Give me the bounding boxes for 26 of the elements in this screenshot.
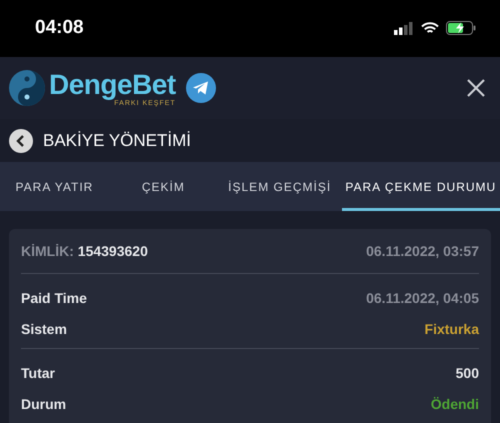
tab[interactable]: PARA ÇEKME DURUMU — [342, 162, 500, 211]
created-time: 06.11.2022, 03:57 — [366, 243, 479, 259]
telegram-icon[interactable] — [186, 73, 216, 104]
logo-text: DengeBet — [49, 70, 176, 100]
field-value: Ödendi — [430, 396, 479, 412]
field-label: Paid Time — [21, 290, 87, 306]
field-value: 500 — [456, 364, 479, 380]
status-time: 04:08 — [35, 17, 84, 40]
yin-yang-icon — [8, 69, 46, 108]
signal-icon — [394, 22, 414, 35]
close-button[interactable] — [466, 78, 486, 98]
back-button[interactable] — [9, 128, 33, 153]
field-label: Durum — [21, 396, 66, 412]
field-value: 06.11.2022, 04:05 — [366, 290, 479, 306]
id-text: KİMLİK: 154393620 — [21, 243, 148, 259]
tab[interactable]: PARA YATIR — [0, 162, 109, 211]
field-label: Sistem — [21, 320, 67, 336]
wifi-icon — [421, 22, 439, 35]
page-title: BAKİYE YÖNETİMİ — [43, 130, 192, 151]
tab[interactable]: İŞLEM GEÇMİŞİ — [218, 162, 342, 211]
field-value: Fixturka — [424, 320, 479, 336]
close-icon — [466, 78, 486, 98]
tab[interactable]: ÇEKİM — [108, 162, 218, 211]
battery-icon — [446, 21, 476, 36]
field-label: Tutar — [21, 364, 55, 380]
chevron-icon — [16, 134, 26, 147]
